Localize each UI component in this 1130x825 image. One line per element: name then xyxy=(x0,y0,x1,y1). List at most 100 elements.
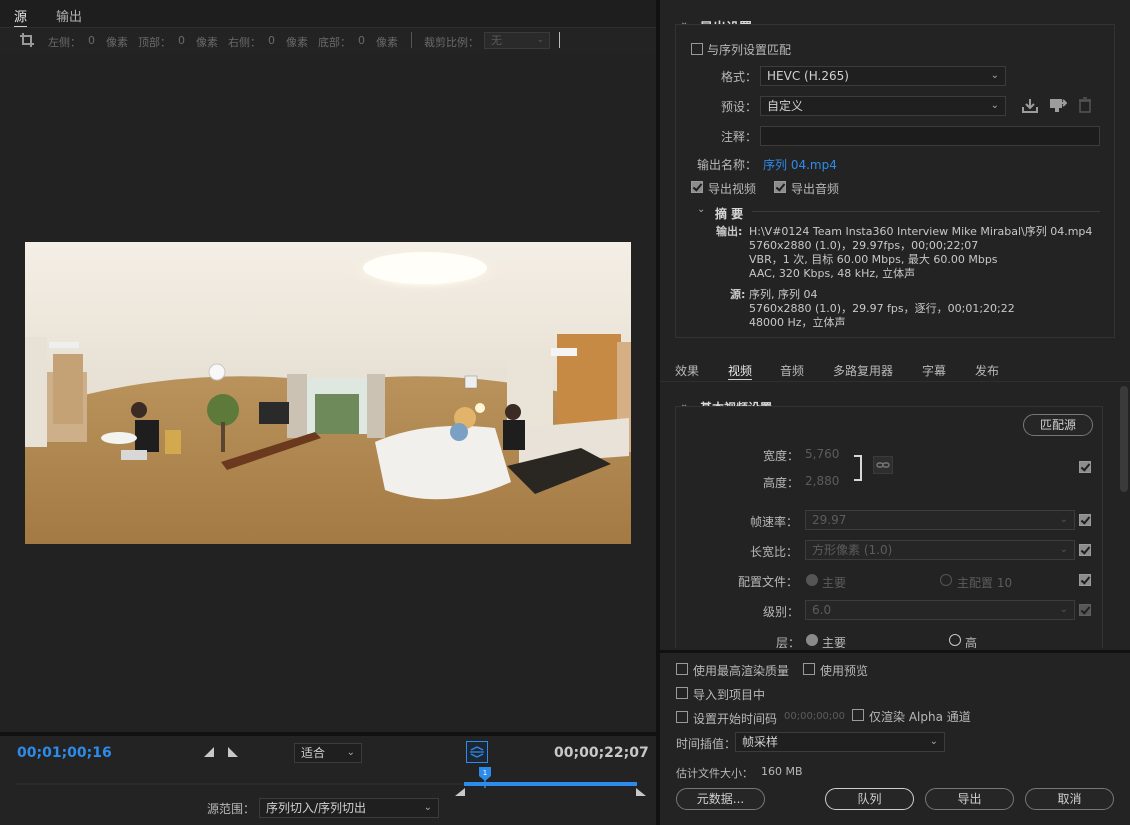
level-value: 6.0 xyxy=(812,603,832,617)
cancel-button[interactable]: 取消 xyxy=(1025,788,1114,810)
profile-main10-radio[interactable] xyxy=(940,574,952,586)
tab-effects[interactable]: 效果 xyxy=(675,362,699,379)
set-out-point-icon[interactable] xyxy=(228,747,240,757)
current-timecode[interactable]: 00;01;00;16 xyxy=(17,745,112,761)
tab-source[interactable]: 源 xyxy=(14,6,28,27)
chevron-down-icon: ⌄ xyxy=(536,35,544,45)
playhead-icon[interactable]: 1 xyxy=(478,766,492,788)
comment-input[interactable] xyxy=(760,126,1100,146)
preview-frame-image xyxy=(25,242,631,544)
source-range-select[interactable]: 序列切入/序列切出 ⌄ xyxy=(259,798,439,818)
level-match-checkbox[interactable] xyxy=(1079,604,1091,616)
crop-right-unit: 像素 xyxy=(286,36,308,49)
timeline-track[interactable] xyxy=(16,783,464,785)
level-select[interactable]: 6.0 ⌄ xyxy=(805,600,1075,620)
settings-scrollbar[interactable] xyxy=(1120,386,1128,492)
format-select[interactable]: HEVC (H.265) ⌄ xyxy=(760,66,1006,86)
render-alpha-only-checkbox[interactable] xyxy=(852,709,864,721)
format-label: 格式： xyxy=(721,70,758,84)
profile-main-radio[interactable] xyxy=(806,574,818,586)
metadata-button[interactable]: 元数据... xyxy=(676,788,765,810)
tab-video[interactable]: 视频 xyxy=(728,362,753,380)
preset-select[interactable]: 自定义 ⌄ xyxy=(760,96,1006,116)
tab-captions[interactable]: 字幕 xyxy=(922,362,946,379)
in-point-marker-icon[interactable] xyxy=(455,788,465,796)
set-in-point-icon[interactable] xyxy=(204,747,216,757)
framerate-select[interactable]: 29.97 ⌄ xyxy=(805,510,1075,530)
import-into-project-checkbox[interactable] xyxy=(676,687,688,699)
out-point-marker-icon[interactable] xyxy=(636,788,646,796)
constrain-proportions-button[interactable] xyxy=(873,456,893,474)
tier-high-radio[interactable] xyxy=(949,634,961,646)
crop-icon[interactable] xyxy=(19,32,35,48)
divider xyxy=(660,650,1130,653)
export-button[interactable]: 导出 xyxy=(925,788,1014,810)
aspect-select[interactable]: 方形像素 (1.0) ⌄ xyxy=(805,540,1075,560)
crop-bottom-value[interactable]: 0 xyxy=(358,34,365,47)
export-settings-panel: ⌄ 导出设置 与序列设置匹配 格式： HEVC (H.265) ⌄ 预设： 自定… xyxy=(660,0,1130,825)
profile-main-label: 主要 xyxy=(822,576,847,590)
height-value[interactable]: 2,880 xyxy=(805,474,839,488)
max-render-quality-label: 使用最高渲染质量 xyxy=(693,664,790,678)
framerate-match-checkbox[interactable] xyxy=(1079,514,1091,526)
delete-preset-icon[interactable] xyxy=(1078,97,1092,113)
summary-output-label: 输出: xyxy=(716,225,743,238)
estimated-size-label: 估计文件大小： xyxy=(676,767,753,780)
tab-audio[interactable]: 音频 xyxy=(780,362,804,379)
aspect-correction-button[interactable] xyxy=(466,741,488,763)
crop-ratio-value: 无 xyxy=(491,34,502,47)
duration-timecode: 00;00;22;07 xyxy=(554,745,649,761)
crop-toolbar: 左侧： 0 像素 顶部： 0 像素 右侧： 0 像素 底部： 0 像素 裁剪比例… xyxy=(0,28,656,54)
time-interpolation-select[interactable]: 帧采样 ⌄ xyxy=(735,732,945,752)
export-audio-label: 导出音频 xyxy=(791,182,840,196)
height-label: 高度： xyxy=(763,476,800,490)
output-name-link[interactable]: 序列 04.mp4 xyxy=(763,156,837,173)
summary-source-line: 序列, 序列 04 xyxy=(749,288,818,301)
use-previews-label: 使用预览 xyxy=(820,664,869,678)
fit-zoom-select[interactable]: 适合 ⌄ xyxy=(294,743,362,763)
crop-right-value[interactable]: 0 xyxy=(268,34,275,47)
import-preset-icon[interactable] xyxy=(1049,97,1067,113)
aspect-label: 长宽比： xyxy=(750,545,799,559)
export-audio-checkbox[interactable] xyxy=(774,181,786,193)
tier-main-label: 主要 xyxy=(822,636,847,648)
max-render-quality-checkbox[interactable] xyxy=(676,663,688,675)
match-sequence-checkbox[interactable] xyxy=(691,43,703,55)
aspect-value: 方形像素 (1.0) xyxy=(812,543,893,557)
crop-top-value[interactable]: 0 xyxy=(178,34,185,47)
aspect-match-checkbox[interactable] xyxy=(1079,544,1091,556)
save-preset-icon[interactable] xyxy=(1021,98,1039,114)
tab-publish[interactable]: 发布 xyxy=(975,362,999,379)
import-into-project-label: 导入到项目中 xyxy=(693,688,766,702)
divider xyxy=(411,32,412,48)
profile-match-checkbox[interactable] xyxy=(1079,574,1091,586)
comment-label: 注释： xyxy=(721,130,758,144)
chain-link-icon xyxy=(876,462,890,468)
export-video-checkbox[interactable] xyxy=(691,181,703,193)
fit-zoom-value: 适合 xyxy=(301,746,326,760)
tier-main-radio[interactable] xyxy=(806,634,818,646)
tab-multiplexer[interactable]: 多路复用器 xyxy=(833,362,893,379)
match-source-button[interactable]: 匹配源 xyxy=(1023,414,1093,436)
summary-source-line: 48000 Hz，立体声 xyxy=(749,316,846,329)
collapse-chevron-icon[interactable]: ⌄ xyxy=(697,204,705,215)
source-range-value: 序列切入/序列切出 xyxy=(266,801,367,815)
source-output-tabs: 源 输出 xyxy=(0,0,656,28)
output-name-label: 输出名称： xyxy=(697,158,758,172)
tab-output[interactable]: 输出 xyxy=(56,6,82,25)
source-range-label: 源范围： xyxy=(207,802,256,816)
crop-left-value[interactable]: 0 xyxy=(88,34,95,47)
video-settings-scroll: ⌄ 基本视频设置 匹配源 宽度： 5,760 高度： 2,880 帧速率： 29… xyxy=(660,383,1130,648)
start-timecode-value[interactable]: 00;00;00;00 xyxy=(784,711,845,722)
summary-output-line: VBR，1 次, 目标 60.00 Mbps, 最大 60.00 Mbps xyxy=(749,253,998,266)
width-height-match-checkbox[interactable] xyxy=(1079,461,1091,473)
source-panel: 源 输出 左侧： 0 像素 顶部： 0 像素 右侧： 0 像素 底部： 0 像素… xyxy=(0,0,656,825)
crop-ratio-select[interactable]: 无 ⌄ xyxy=(484,32,550,49)
use-previews-checkbox[interactable] xyxy=(803,663,815,675)
crop-right-label: 右侧： xyxy=(228,36,261,49)
width-value[interactable]: 5,760 xyxy=(805,447,839,461)
profile-main10-label: 主配置 10 xyxy=(957,576,1013,590)
set-start-timecode-checkbox[interactable] xyxy=(676,711,688,723)
summary-output-line: H:\V#0124 Team Insta360 Interview Mike M… xyxy=(749,225,1093,238)
queue-button[interactable]: 队列 xyxy=(825,788,914,810)
